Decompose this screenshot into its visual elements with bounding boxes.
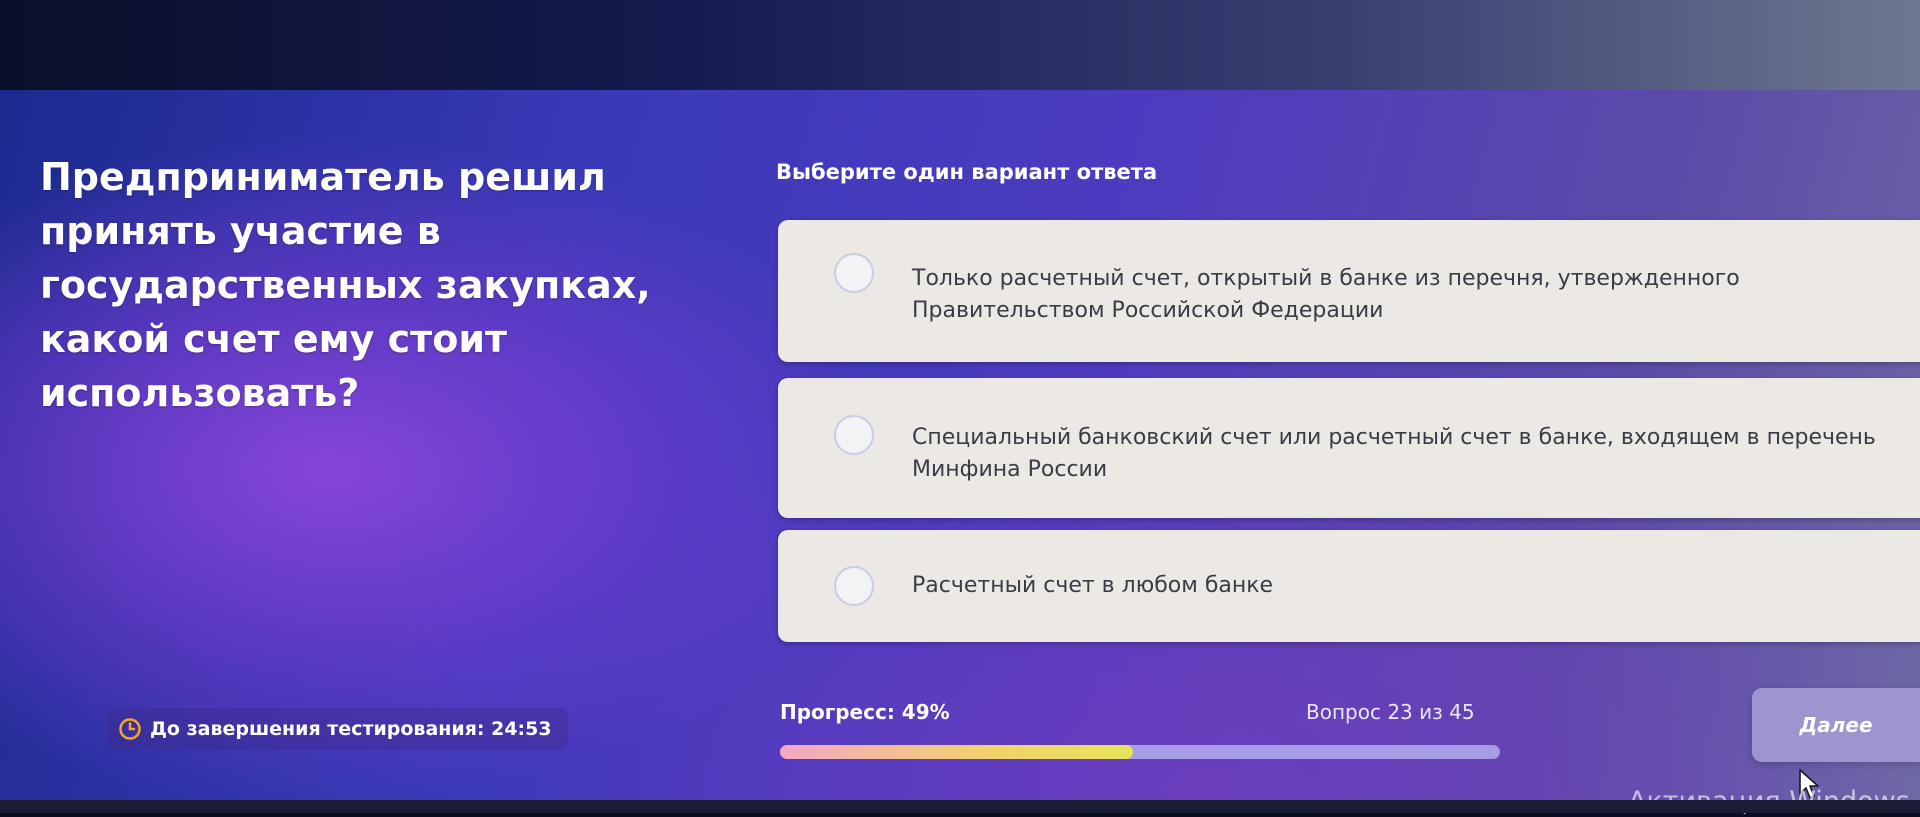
question-text: Предприниматель решил принять участие в … (40, 155, 651, 415)
next-button[interactable]: Далее (1752, 688, 1920, 762)
progress-label: Прогресс: 49% (780, 700, 950, 724)
answer-instruction: Выберите один вариант ответа (776, 160, 1158, 184)
answer-option-label: Расчетный счет в любом банке (912, 573, 1274, 598)
answer-option-label: Специальный банковский счет или расчетны… (912, 425, 1876, 482)
answer-option-3[interactable]: Расчетный счет в любом банке (778, 530, 1920, 642)
answer-option-1[interactable]: Только расчетный счет, открытый в банке … (778, 220, 1920, 362)
progress-bar-fill (780, 745, 1133, 759)
radio-button-icon[interactable] (834, 566, 874, 606)
answer-option-2[interactable]: Специальный банковский счет или расчетны… (778, 378, 1920, 518)
question-counter: Вопрос 23 из 45 (1306, 700, 1475, 724)
monitor-bezel (0, 0, 1920, 100)
answer-option-label: Только расчетный счет, открытый в банке … (912, 266, 1740, 323)
radio-button-icon[interactable] (834, 415, 874, 455)
progress-bar (780, 745, 1500, 759)
radio-button-icon[interactable] (834, 253, 874, 293)
test-timer: До завершения тестирования: 24:53 (108, 708, 568, 750)
timer-text: До завершения тестирования: 24:53 (150, 718, 552, 740)
screen-bottom-edge (0, 800, 1920, 813)
clock-icon (119, 718, 141, 740)
